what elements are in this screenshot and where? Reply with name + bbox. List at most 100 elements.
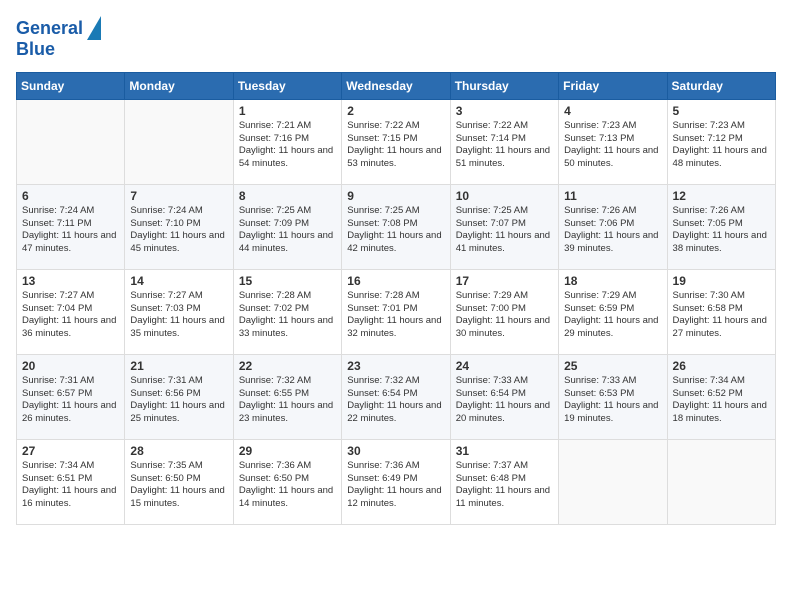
day-info: Sunrise: 7:30 AM Sunset: 6:58 PM Dayligh… — [673, 290, 770, 341]
day-of-week-header: Monday — [125, 72, 233, 99]
calendar-day-cell — [559, 439, 667, 524]
day-number: 29 — [239, 444, 336, 458]
day-number: 4 — [564, 104, 661, 118]
day-info: Sunrise: 7:27 AM Sunset: 7:03 PM Dayligh… — [130, 290, 227, 341]
day-number: 14 — [130, 274, 227, 288]
calendar-day-cell: 12Sunrise: 7:26 AM Sunset: 7:05 PM Dayli… — [667, 184, 775, 269]
calendar-week-row: 1 Sunrise: 7:21 AM Sunset: 7:16 PM Daylig… — [17, 99, 776, 184]
calendar-day-cell — [17, 99, 125, 184]
calendar-day-cell: 21Sunrise: 7:31 AM Sunset: 6:56 PM Dayli… — [125, 354, 233, 439]
calendar-week-row: 27 Sunrise: 7:34 AM Sunset: 6:51 PM Dayli… — [17, 439, 776, 524]
day-number: 15 — [239, 274, 336, 288]
day-number: 9 — [347, 189, 444, 203]
calendar-day-cell: 29Sunrise: 7:36 AM Sunset: 6:50 PM Dayli… — [233, 439, 341, 524]
day-number: 28 — [130, 444, 227, 458]
day-number: 25 — [564, 359, 661, 373]
logo-text: General — [16, 19, 83, 39]
calendar-day-cell: 5 Sunrise: 7:23 AM Sunset: 7:12 PM Daylig… — [667, 99, 775, 184]
day-number: 27 — [22, 444, 119, 458]
calendar-day-cell: 10 Sunrise: 7:25 AM Sunset: 7:07 PM Dayli… — [450, 184, 558, 269]
day-number: 23 — [347, 359, 444, 373]
day-info: Sunrise: 7:31 AM Sunset: 6:57 PM Dayligh… — [22, 375, 119, 426]
calendar-day-cell: 8Sunrise: 7:25 AM Sunset: 7:09 PM Daylig… — [233, 184, 341, 269]
calendar-day-cell: 19 Sunrise: 7:30 AM Sunset: 6:58 PM Dayli… — [667, 269, 775, 354]
calendar-day-cell: 1 Sunrise: 7:21 AM Sunset: 7:16 PM Daylig… — [233, 99, 341, 184]
calendar-day-cell: 3 Sunrise: 7:22 AM Sunset: 7:14 PM Daylig… — [450, 99, 558, 184]
calendar-day-cell: 31 Sunrise: 7:37 AM Sunset: 6:48 PM Dayli… — [450, 439, 558, 524]
day-number: 24 — [456, 359, 553, 373]
day-info: Sunrise: 7:35 AM Sunset: 6:50 PM Dayligh… — [130, 460, 227, 511]
day-info: Sunrise: 7:24 AM Sunset: 7:10 PM Dayligh… — [130, 205, 227, 256]
day-info: Sunrise: 7:23 AM Sunset: 7:13 PM Dayligh… — [564, 120, 661, 171]
day-number: 26 — [673, 359, 770, 373]
day-number: 22 — [239, 359, 336, 373]
calendar-week-row: 20 Sunrise: 7:31 AM Sunset: 6:57 PM Dayli… — [17, 354, 776, 439]
calendar-day-cell: 2 Sunrise: 7:22 AM Sunset: 7:15 PM Daylig… — [342, 99, 450, 184]
day-info: Sunrise: 7:26 AM Sunset: 7:06 PM Dayligh… — [564, 205, 661, 256]
day-info: Sunrise: 7:28 AM Sunset: 7:01 PM Dayligh… — [347, 290, 444, 341]
day-number: 3 — [456, 104, 553, 118]
calendar-day-cell: 4 Sunrise: 7:23 AM Sunset: 7:13 PM Daylig… — [559, 99, 667, 184]
day-info: Sunrise: 7:24 AM Sunset: 7:11 PM Dayligh… — [22, 205, 119, 256]
day-number: 13 — [22, 274, 119, 288]
day-info: Sunrise: 7:33 AM Sunset: 6:53 PM Dayligh… — [564, 375, 661, 426]
calendar-day-cell: 30Sunrise: 7:36 AM Sunset: 6:49 PM Dayli… — [342, 439, 450, 524]
calendar-table: SundayMondayTuesdayWednesdayThursdayFrid… — [16, 72, 776, 525]
day-info: Sunrise: 7:33 AM Sunset: 6:54 PM Dayligh… — [456, 375, 553, 426]
day-of-week-header: Saturday — [667, 72, 775, 99]
calendar-day-cell: 15 Sunrise: 7:28 AM Sunset: 7:02 PM Dayli… — [233, 269, 341, 354]
day-number: 5 — [673, 104, 770, 118]
logo: General Blue — [16, 16, 101, 60]
day-info: Sunrise: 7:21 AM Sunset: 7:16 PM Dayligh… — [239, 120, 336, 171]
day-info: Sunrise: 7:23 AM Sunset: 7:12 PM Dayligh… — [673, 120, 770, 171]
day-number: 31 — [456, 444, 553, 458]
day-info: Sunrise: 7:28 AM Sunset: 7:02 PM Dayligh… — [239, 290, 336, 341]
day-info: Sunrise: 7:22 AM Sunset: 7:14 PM Dayligh… — [456, 120, 553, 171]
day-number: 1 — [239, 104, 336, 118]
day-number: 10 — [456, 189, 553, 203]
calendar-day-cell: 26Sunrise: 7:34 AM Sunset: 6:52 PM Dayli… — [667, 354, 775, 439]
day-info: Sunrise: 7:25 AM Sunset: 7:07 PM Dayligh… — [456, 205, 553, 256]
day-number: 6 — [22, 189, 119, 203]
calendar-day-cell: 23 Sunrise: 7:32 AM Sunset: 6:54 PM Dayli… — [342, 354, 450, 439]
day-of-week-header: Wednesday — [342, 72, 450, 99]
day-info: Sunrise: 7:32 AM Sunset: 6:54 PM Dayligh… — [347, 375, 444, 426]
day-info: Sunrise: 7:27 AM Sunset: 7:04 PM Dayligh… — [22, 290, 119, 341]
day-number: 2 — [347, 104, 444, 118]
day-number: 8 — [239, 189, 336, 203]
calendar-day-cell: 20 Sunrise: 7:31 AM Sunset: 6:57 PM Dayli… — [17, 354, 125, 439]
day-of-week-header: Friday — [559, 72, 667, 99]
calendar-day-cell: 28 Sunrise: 7:35 AM Sunset: 6:50 PM Dayli… — [125, 439, 233, 524]
day-number: 20 — [22, 359, 119, 373]
day-info: Sunrise: 7:25 AM Sunset: 7:08 PM Dayligh… — [347, 205, 444, 256]
day-info: Sunrise: 7:31 AM Sunset: 6:56 PM Dayligh… — [130, 375, 227, 426]
day-number: 19 — [673, 274, 770, 288]
calendar-day-cell: 16Sunrise: 7:28 AM Sunset: 7:01 PM Dayli… — [342, 269, 450, 354]
calendar-day-cell: 25 Sunrise: 7:33 AM Sunset: 6:53 PM Dayli… — [559, 354, 667, 439]
calendar-day-cell: 27 Sunrise: 7:34 AM Sunset: 6:51 PM Dayli… — [17, 439, 125, 524]
day-number: 11 — [564, 189, 661, 203]
logo-subtext: Blue — [16, 40, 55, 60]
day-info: Sunrise: 7:22 AM Sunset: 7:15 PM Dayligh… — [347, 120, 444, 171]
calendar-day-cell: 17 Sunrise: 7:29 AM Sunset: 7:00 PM Dayli… — [450, 269, 558, 354]
calendar-week-row: 6 Sunrise: 7:24 AM Sunset: 7:11 PM Daylig… — [17, 184, 776, 269]
calendar-day-cell: 7Sunrise: 7:24 AM Sunset: 7:10 PM Daylig… — [125, 184, 233, 269]
day-number: 18 — [564, 274, 661, 288]
calendar-header-row: SundayMondayTuesdayWednesdayThursdayFrid… — [17, 72, 776, 99]
calendar-day-cell: 11 Sunrise: 7:26 AM Sunset: 7:06 PM Dayli… — [559, 184, 667, 269]
calendar-day-cell — [125, 99, 233, 184]
day-number: 17 — [456, 274, 553, 288]
day-number: 30 — [347, 444, 444, 458]
calendar-day-cell: 14 Sunrise: 7:27 AM Sunset: 7:03 PM Dayli… — [125, 269, 233, 354]
calendar-day-cell — [667, 439, 775, 524]
day-of-week-header: Sunday — [17, 72, 125, 99]
calendar-day-cell: 13 Sunrise: 7:27 AM Sunset: 7:04 PM Dayli… — [17, 269, 125, 354]
day-info: Sunrise: 7:37 AM Sunset: 6:48 PM Dayligh… — [456, 460, 553, 511]
day-info: Sunrise: 7:34 AM Sunset: 6:51 PM Dayligh… — [22, 460, 119, 511]
day-number: 12 — [673, 189, 770, 203]
day-of-week-header: Tuesday — [233, 72, 341, 99]
calendar-day-cell: 18Sunrise: 7:29 AM Sunset: 6:59 PM Dayli… — [559, 269, 667, 354]
calendar-day-cell: 6 Sunrise: 7:24 AM Sunset: 7:11 PM Daylig… — [17, 184, 125, 269]
day-info: Sunrise: 7:29 AM Sunset: 7:00 PM Dayligh… — [456, 290, 553, 341]
calendar-week-row: 13 Sunrise: 7:27 AM Sunset: 7:04 PM Dayli… — [17, 269, 776, 354]
